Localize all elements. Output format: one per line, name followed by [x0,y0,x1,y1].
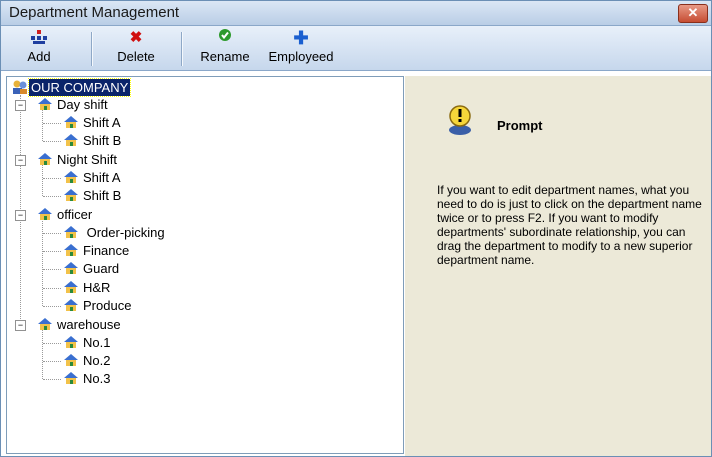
collapse-toggle[interactable]: − [15,320,26,331]
add-department-icon [9,28,69,48]
department-house-icon [37,151,55,170]
delete-button-label: Delete [117,49,155,64]
tree-node-night-shift-b[interactable]: Shift B [63,187,123,204]
rename-button[interactable]: Rename [193,28,257,68]
toolbar: Add ✖ Delete Rename ✚ Employeed [1,26,711,71]
tree-node-no3[interactable]: No.3 [63,370,112,387]
tree-node-label: Order-picking [83,225,165,240]
tree-node-label: OUR COMPANY [27,78,132,97]
department-management-window: Department Management ✕ Add ✖ Delete Ren… [0,0,712,457]
department-house-icon [63,114,81,133]
department-house-icon [37,96,55,115]
department-house-icon [63,260,81,279]
add-button[interactable]: Add [9,28,69,68]
close-icon: ✕ [687,5,699,20]
tree-connector [43,196,61,197]
delete-x-icon: ✖ [129,29,143,46]
collapse-toggle[interactable]: − [15,100,26,111]
tree-node-warehouse[interactable]: warehouse [37,316,123,333]
window-title: Department Management [9,4,180,21]
tree-node-produce[interactable]: Produce [63,297,133,314]
tree-node-label: Shift A [83,115,121,130]
tree-node-label: Shift B [83,133,122,148]
collapse-toggle[interactable]: − [15,155,26,166]
department-house-icon [63,187,81,206]
toolbar-separator [181,32,183,66]
title-bar[interactable]: Department Management ✕ [1,1,711,26]
collapse-toggle[interactable]: − [15,210,26,221]
department-tree[interactable]: OUR COMPANY − Day shift Shift A Shift B … [6,76,404,454]
toolbar-separator [91,32,93,66]
department-house-icon [63,370,81,389]
tree-node-day-shift-a[interactable]: Shift A [63,114,123,131]
rename-button-label: Rename [200,49,250,64]
tree-connector [43,361,61,362]
tree-node-officer[interactable]: officer [37,206,94,223]
tree-node-label: Produce [83,298,132,313]
tree-node-label: Finance [83,243,130,258]
tree-node-order-picking[interactable]: Order-picking [63,224,167,241]
tree-node-night-shift[interactable]: Night Shift [37,151,119,168]
tree-node-guard[interactable]: Guard [63,260,121,277]
tree-node-hr[interactable]: H&R [63,279,112,296]
tree-node-no2[interactable]: No.2 [63,352,112,369]
department-house-icon [63,169,81,188]
close-button[interactable]: ✕ [678,4,708,23]
tree-node-no1[interactable]: No.1 [63,334,112,351]
tree-node-label: H&R [83,280,111,295]
prompt-title: Prompt [497,118,543,133]
department-house-icon [37,316,55,335]
department-house-icon [37,206,55,225]
department-house-icon [63,242,81,261]
plus-icon: ✚ [293,28,309,48]
tree-node-root[interactable]: OUR COMPANY [11,78,132,97]
tree-node-label: officer [57,207,93,222]
delete-button[interactable]: ✖ Delete [105,28,167,68]
department-house-icon [63,352,81,371]
tree-node-label: warehouse [57,317,121,332]
employeed-button-label: Employeed [268,49,334,64]
tree-connector [43,306,61,307]
add-button-label: Add [27,49,51,64]
tree-node-label: Day shift [57,97,108,112]
tree-node-label: Night Shift [57,152,117,167]
tree-node-label: Shift B [83,188,122,203]
tree-connector [43,233,61,234]
tree-node-finance[interactable]: Finance [63,242,131,259]
department-house-icon [63,334,81,353]
tree-node-night-shift-a[interactable]: Shift A [63,169,123,186]
prompt-text: If you want to edit department names, wh… [437,183,702,267]
tree-connector [43,251,61,252]
tree-node-label: No.3 [83,371,111,386]
tree-connector [43,379,61,380]
tree-connector [43,123,61,124]
tree-node-day-shift[interactable]: Day shift [37,96,110,113]
tree-connector [43,269,61,270]
tree-connector [43,141,61,142]
tree-connector [42,214,43,306]
check-icon [193,28,257,48]
prompt-info-icon [445,104,475,136]
tree-node-label: Guard [83,261,120,276]
company-icon [11,79,29,95]
tree-node-day-shift-b[interactable]: Shift B [63,132,123,149]
tree-node-label: No.1 [83,335,111,350]
department-house-icon [63,224,81,243]
tree-connector [43,288,61,289]
department-house-icon [63,297,81,316]
tree-connector [43,178,61,179]
employeed-button[interactable]: ✚ Employeed [261,28,341,68]
prompt-panel: Prompt If you want to edit department na… [405,76,711,456]
tree-connector [43,343,61,344]
tree-node-label: No.2 [83,353,111,368]
tree-node-label: Shift A [83,170,121,185]
department-house-icon [63,279,81,298]
department-house-icon [63,132,81,151]
